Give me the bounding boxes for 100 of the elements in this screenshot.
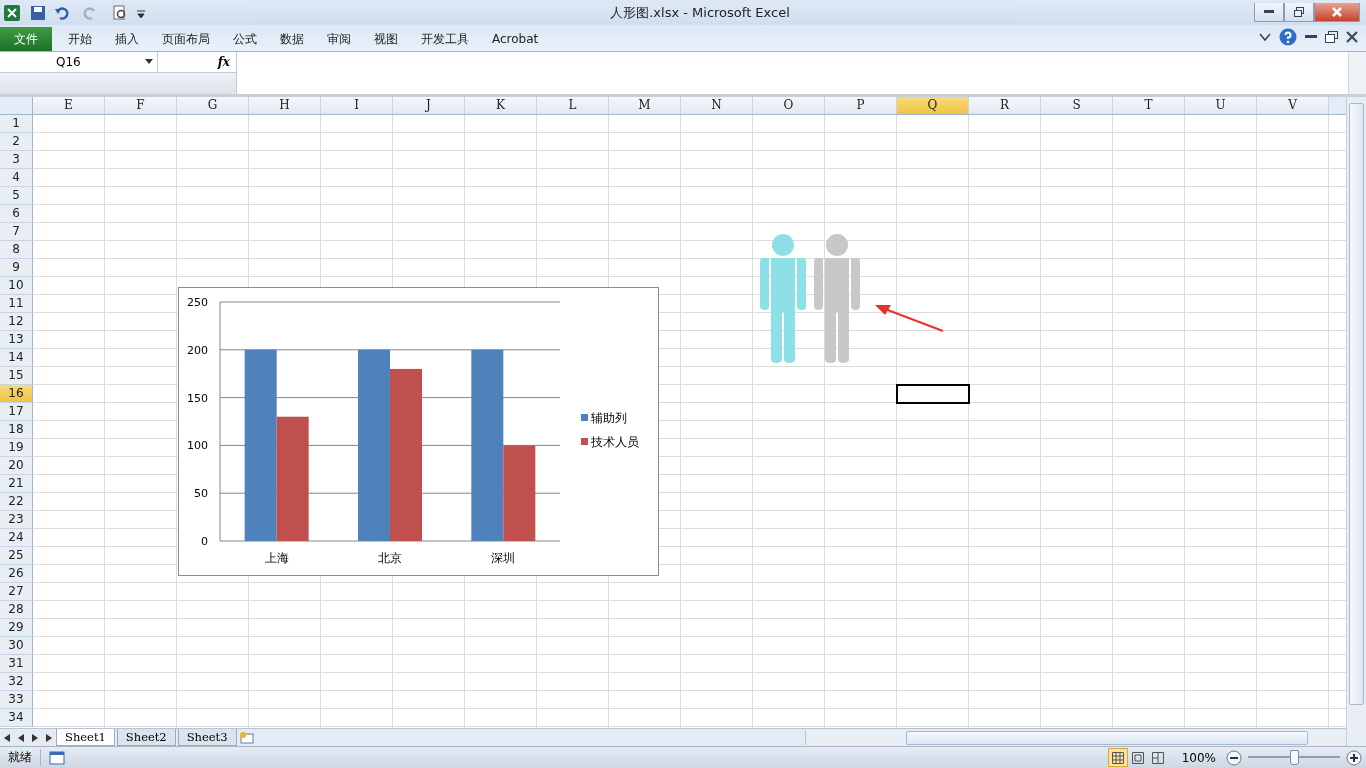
- row-header[interactable]: 25: [0, 547, 33, 565]
- row-header[interactable]: 11: [0, 295, 33, 313]
- row-header[interactable]: 22: [0, 493, 33, 511]
- row-header[interactable]: 5: [0, 187, 33, 205]
- close-icon: [1331, 7, 1343, 17]
- help-icon[interactable]: [1279, 28, 1297, 46]
- column-header[interactable]: O: [753, 97, 825, 114]
- restore-button[interactable]: [1284, 3, 1314, 22]
- row-header[interactable]: 23: [0, 511, 33, 529]
- row-header[interactable]: 12: [0, 313, 33, 331]
- column-header[interactable]: T: [1113, 97, 1185, 114]
- selected-cell[interactable]: [896, 384, 970, 404]
- row-header[interactable]: 13: [0, 331, 33, 349]
- row-header[interactable]: 1: [0, 115, 33, 133]
- zoom-thumb[interactable]: [1290, 750, 1299, 765]
- row-header[interactable]: 30: [0, 637, 33, 655]
- row-header[interactable]: 9: [0, 259, 33, 277]
- column-header[interactable]: U: [1185, 97, 1257, 114]
- status-text: 就绪: [0, 749, 41, 766]
- row-header[interactable]: 18: [0, 421, 33, 439]
- row-header[interactable]: 32: [0, 673, 33, 691]
- column-header[interactable]: N: [681, 97, 753, 114]
- ribbon-tab[interactable]: 开发工具: [411, 27, 479, 51]
- sheet-tab[interactable]: Sheet3: [177, 729, 237, 746]
- row-header[interactable]: 27: [0, 583, 33, 601]
- ribbon-tab[interactable]: 开始: [58, 27, 102, 51]
- category-label: 上海: [264, 551, 289, 565]
- minimize-button[interactable]: [1254, 3, 1284, 22]
- row-header[interactable]: 21: [0, 475, 33, 493]
- row-header[interactable]: 26: [0, 565, 33, 583]
- ribbon-tab[interactable]: 页面布局: [152, 27, 220, 51]
- column-header[interactable]: S: [1041, 97, 1113, 114]
- row-header[interactable]: 33: [0, 691, 33, 709]
- row-header[interactable]: 8: [0, 241, 33, 259]
- row-header[interactable]: 15: [0, 367, 33, 385]
- row-header[interactable]: 3: [0, 151, 33, 169]
- row-header[interactable]: 4: [0, 169, 33, 187]
- row-header[interactable]: 19: [0, 439, 33, 457]
- sheet-tab[interactable]: Sheet2: [116, 729, 176, 746]
- row-header[interactable]: 14: [0, 349, 33, 367]
- column-header[interactable]: M: [609, 97, 681, 114]
- zoom-out-icon[interactable]: [1226, 749, 1242, 766]
- sheet-tab[interactable]: Sheet1: [56, 729, 115, 746]
- zoom-in-icon[interactable]: [1346, 749, 1362, 766]
- row-header[interactable]: 20: [0, 457, 33, 475]
- minimize-icon: [1264, 10, 1274, 14]
- row-header[interactable]: 24: [0, 529, 33, 547]
- category-label: 北京: [378, 551, 402, 565]
- ribbon-tab[interactable]: 插入: [105, 27, 149, 51]
- column-header[interactable]: K: [465, 97, 537, 114]
- horizontal-scrollbar[interactable]: [805, 730, 1346, 745]
- row-header[interactable]: 10: [0, 277, 33, 295]
- column-header[interactable]: R: [969, 97, 1041, 114]
- name-box[interactable]: Q16: [0, 52, 158, 72]
- ribbon-tab[interactable]: Acrobat: [482, 27, 549, 51]
- row-header[interactable]: 29: [0, 619, 33, 637]
- column-header[interactable]: G: [177, 97, 249, 114]
- ribbon-tab[interactable]: 数据: [270, 27, 314, 51]
- row-header[interactable]: 16: [0, 385, 33, 403]
- window-title: 人形图.xlsx - Microsoft Excel: [610, 3, 790, 22]
- formula-bar-scrollbar[interactable]: [1348, 52, 1366, 94]
- column-header[interactable]: J: [393, 97, 465, 114]
- axis-label: 200: [187, 343, 208, 357]
- column-header[interactable]: H: [249, 97, 321, 114]
- vertical-scrollbar[interactable]: [1346, 97, 1366, 746]
- row-header[interactable]: 7: [0, 223, 33, 241]
- ribbon-tab[interactable]: 视图: [364, 27, 408, 51]
- function-button[interactable]: fx: [217, 55, 230, 69]
- column-header[interactable]: V: [1257, 97, 1329, 114]
- ribbon-tab[interactable]: 审阅: [317, 27, 361, 51]
- undo-icon[interactable]: [54, 4, 70, 21]
- restore-icon[interactable]: [1325, 31, 1338, 43]
- save-icon[interactable]: [30, 4, 46, 21]
- macro-record-icon[interactable]: [49, 750, 65, 765]
- zoom-level[interactable]: 100%: [1181, 750, 1216, 765]
- column-header[interactable]: L: [537, 97, 609, 114]
- minimize-ribbon-icon[interactable]: [1259, 32, 1271, 42]
- excel-icon[interactable]: [4, 4, 20, 21]
- row-header[interactable]: 34: [0, 709, 33, 727]
- row-header[interactable]: 6: [0, 205, 33, 223]
- row-header[interactable]: 28: [0, 601, 33, 619]
- column-header[interactable]: Q: [897, 97, 969, 114]
- axis-label: 0: [201, 535, 208, 548]
- row-header[interactable]: 17: [0, 403, 33, 421]
- column-header[interactable]: F: [105, 97, 177, 114]
- ribbon-tab[interactable]: 公式: [223, 27, 267, 51]
- print-preview-icon[interactable]: [112, 4, 128, 21]
- minimize-icon[interactable]: [1305, 35, 1317, 39]
- axis-label: 100: [187, 439, 208, 453]
- axis-label: 150: [187, 391, 208, 405]
- axis-label: 250: [187, 296, 208, 309]
- close-icon[interactable]: [1346, 31, 1358, 43]
- row-header[interactable]: 2: [0, 133, 33, 151]
- dropdown-icon[interactable]: [145, 59, 153, 64]
- view-button[interactable]: [1107, 748, 1128, 767]
- column-header[interactable]: P: [825, 97, 897, 114]
- column-header[interactable]: E: [33, 97, 105, 114]
- column-header[interactable]: I: [321, 97, 393, 114]
- row-header[interactable]: 31: [0, 655, 33, 673]
- close-button[interactable]: [1314, 3, 1360, 22]
